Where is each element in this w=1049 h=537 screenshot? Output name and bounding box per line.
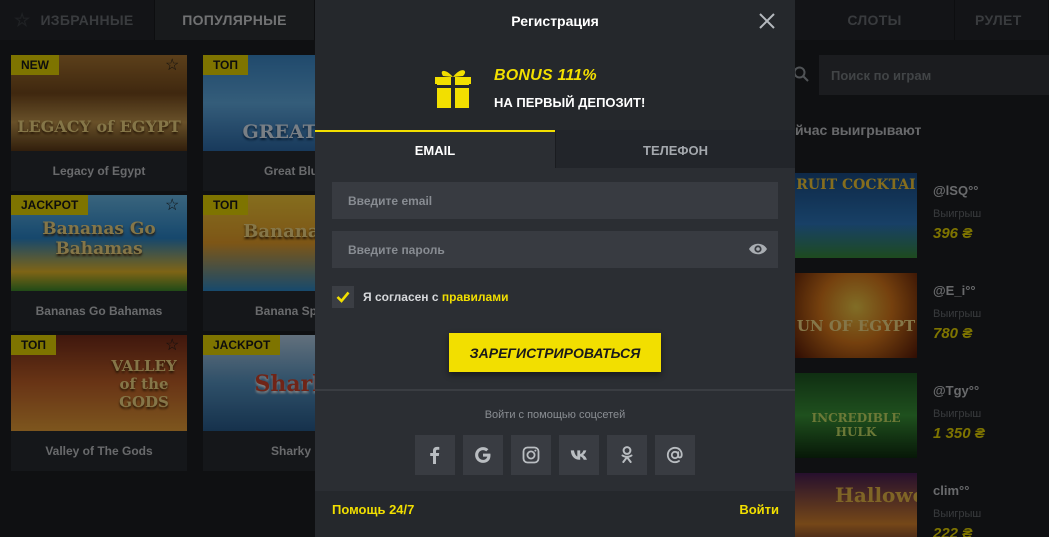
registration-modal: Регистрация BONUS 111% НА ПЕРВЫЙ ДЕПОЗИТ… — [315, 0, 795, 537]
gift-icon — [435, 70, 471, 108]
odnoklassniki-button[interactable] — [607, 435, 647, 475]
password-field[interactable]: Введите пароль — [332, 231, 778, 268]
agree-checkbox[interactable] — [332, 286, 354, 308]
registration-tabs: EMAIL ТЕЛЕФОН — [315, 130, 795, 168]
email-field[interactable]: Введите email — [332, 182, 778, 219]
checkmark-icon — [336, 291, 350, 303]
modal-header: Регистрация — [315, 0, 795, 42]
login-link[interactable]: Войти — [739, 502, 779, 517]
tab-phone[interactable]: ТЕЛЕФОН — [555, 130, 795, 168]
agree-label: Я согласен с правилами — [363, 290, 508, 304]
agree-text: Я согласен с — [363, 290, 442, 304]
bonus-title: BONUS 111% — [494, 67, 597, 84]
rules-link[interactable]: правилами — [442, 290, 509, 304]
password-placeholder: Введите пароль — [348, 242, 445, 257]
instagram-icon — [522, 446, 540, 464]
social-login-title: Войти с помощью соцсетей — [484, 409, 626, 421]
facebook-button[interactable] — [415, 435, 455, 475]
page: ☆ ИЗБРАННЫЕ ПОПУЛЯРНЫЕ СЛОТЫ РУЛЕТ LEGAC… — [0, 0, 1049, 537]
odnoklassniki-icon — [621, 446, 633, 463]
instagram-button[interactable] — [511, 435, 551, 475]
facebook-icon — [430, 446, 440, 464]
mail-button[interactable] — [655, 435, 695, 475]
mail-at-icon — [666, 446, 683, 464]
register-button[interactable]: ЗАРЕГИСТРИРОВАТЬСЯ — [449, 333, 661, 372]
help-link[interactable]: Помощь 24/7 — [332, 502, 414, 517]
close-icon[interactable] — [757, 11, 777, 31]
email-placeholder: Введите email — [348, 193, 433, 208]
tab-email[interactable]: EMAIL — [315, 130, 555, 168]
divider — [315, 389, 795, 391]
social-login-buttons — [415, 435, 695, 475]
google-button[interactable] — [463, 435, 503, 475]
modal-title: Регистрация — [511, 13, 599, 29]
eye-icon[interactable] — [748, 241, 768, 257]
vk-button[interactable] — [559, 435, 599, 475]
bonus-subtitle: НА ПЕРВЫЙ ДЕПОЗИТ! — [494, 95, 646, 110]
google-icon — [475, 447, 491, 463]
modal-footer: Помощь 24/7 Войти — [315, 491, 795, 537]
vk-icon — [570, 450, 587, 460]
bonus-promo: BONUS 111% НА ПЕРВЫЙ ДЕПОЗИТ! — [315, 42, 795, 130]
